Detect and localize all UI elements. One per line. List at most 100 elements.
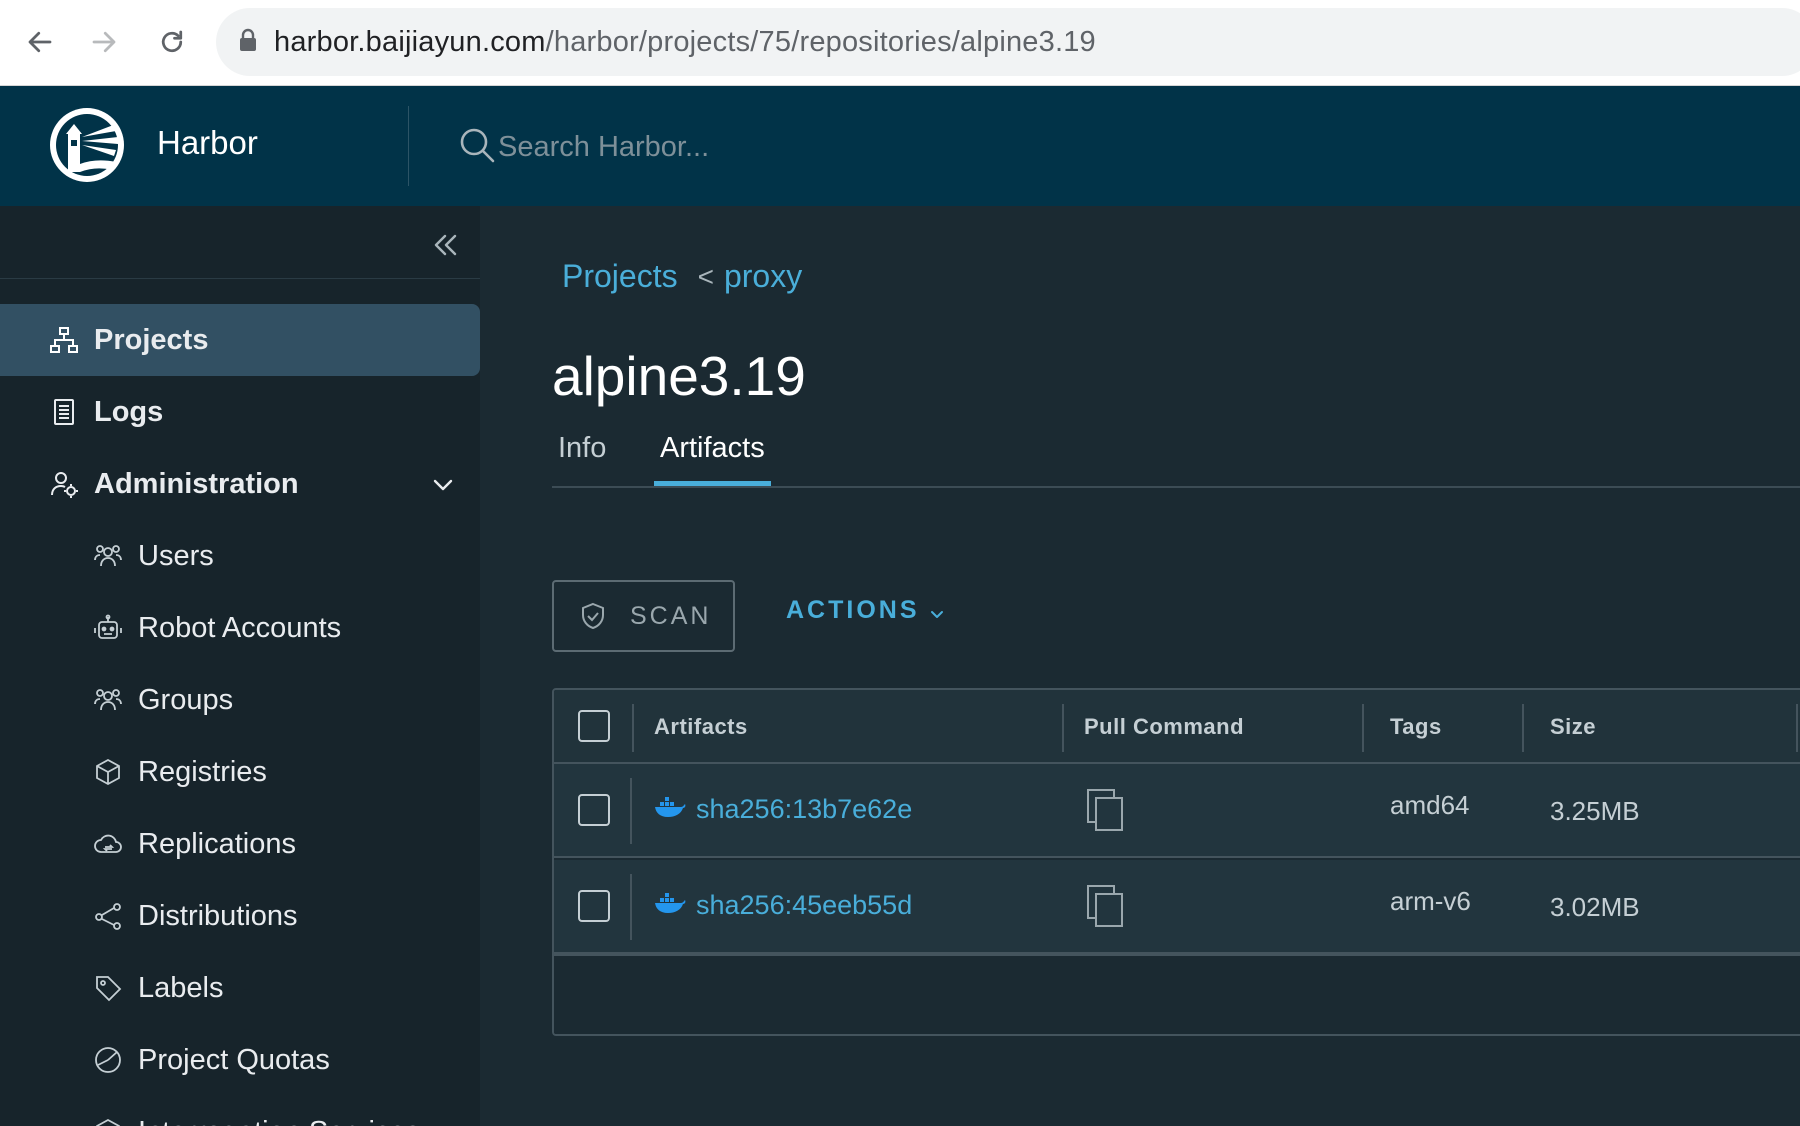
sidebar-item-label: Distributions: [138, 899, 298, 932]
sidebar-item-distributions[interactable]: Distributions: [0, 880, 480, 952]
actions-dropdown[interactable]: ACTIONS: [786, 596, 946, 625]
projects-icon: [48, 324, 80, 356]
table-row[interactable]: sha256:13b7e62e amd64 3.25MB: [554, 764, 1800, 858]
column-divider: [1362, 704, 1364, 752]
app-header: Harbor: [0, 86, 1800, 206]
artifact-tag: amd64: [1390, 790, 1470, 820]
sidebar-item-label: Project Quotas: [138, 1043, 330, 1076]
sidebar-item-labels[interactable]: Labels: [0, 952, 480, 1024]
lock-icon: [238, 28, 258, 57]
artifact-size: 3.02MB: [1550, 892, 1640, 922]
chevron-down-icon: [928, 602, 946, 620]
sidebar-item-administration[interactable]: Administration: [0, 448, 480, 520]
sidebar-item-users[interactable]: Users: [0, 520, 480, 592]
docker-icon: [654, 796, 686, 823]
groups-icon: [92, 684, 124, 716]
forward-arrow-icon[interactable]: [82, 20, 126, 64]
column-header-tags[interactable]: Tags: [1390, 714, 1442, 740]
breadcrumb: Projects < proxy: [562, 258, 802, 295]
copy-icon[interactable]: [1086, 884, 1124, 928]
sidebar-item-interrogation-services[interactable]: Interrogation Services: [0, 1096, 480, 1126]
sidebar: Projects Logs Administration Users Robot…: [0, 206, 480, 1126]
quotas-icon: [92, 1044, 124, 1076]
sidebar-item-robot-accounts[interactable]: Robot Accounts: [0, 592, 480, 664]
breadcrumb-separator: <: [697, 260, 714, 292]
brand-name[interactable]: Harbor: [157, 124, 258, 162]
reload-icon[interactable]: [150, 20, 194, 64]
table-footer: [554, 954, 1800, 1034]
labels-icon: [92, 972, 124, 1004]
url-text: harbor.baijiayun.com/harbor/projects/75/…: [274, 26, 1096, 59]
column-divider: [1062, 704, 1064, 752]
column-divider: [632, 704, 634, 752]
url-host: harbor.baijiayun.com: [274, 25, 546, 58]
global-search: [458, 126, 1098, 169]
sidebar-item-label: Projects: [94, 323, 209, 356]
sidebar-item-label: Administration: [94, 467, 299, 500]
breadcrumb-projects-link[interactable]: Projects: [562, 258, 678, 295]
search-input[interactable]: [498, 131, 1098, 164]
copy-icon[interactable]: [1086, 788, 1124, 832]
scan-button[interactable]: SCAN: [552, 580, 735, 652]
artifact-tag: arm-v6: [1390, 886, 1471, 916]
table-row[interactable]: sha256:45eeb55d arm-v6 3.02MB: [554, 860, 1800, 954]
logs-icon: [48, 396, 80, 428]
tab-artifacts[interactable]: Artifacts: [654, 432, 771, 486]
sidebar-item-label: Registries: [138, 755, 267, 788]
sidebar-item-project-quotas[interactable]: Project Quotas: [0, 1024, 480, 1096]
url-path: /harbor/projects/75/repositories/alpine3…: [545, 25, 1096, 58]
back-arrow-icon[interactable]: [18, 20, 62, 64]
browser-toolbar: harbor.baijiayun.com/harbor/projects/75/…: [0, 0, 1800, 86]
artifact-digest-link[interactable]: sha256:13b7e62e: [654, 794, 912, 825]
artifact-digest-link[interactable]: sha256:45eeb55d: [654, 890, 912, 921]
replications-icon: [92, 828, 124, 860]
header-divider: [408, 106, 409, 186]
interrogation-icon: [92, 1116, 124, 1126]
sidebar-item-groups[interactable]: Groups: [0, 664, 480, 736]
sidebar-item-label: Robot Accounts: [138, 611, 342, 644]
column-header-pull-command[interactable]: Pull Command: [1084, 714, 1244, 740]
artifact-digest: sha256:13b7e62e: [696, 794, 913, 824]
repository-tabs: Info Artifacts: [552, 428, 1800, 488]
main-content: Projects < proxy alpine3.19 Info Artifac…: [480, 206, 1800, 1126]
address-bar[interactable]: harbor.baijiayun.com/harbor/projects/75/…: [216, 8, 1800, 76]
column-header-size[interactable]: Size: [1550, 714, 1596, 740]
column-header-artifacts[interactable]: Artifacts: [654, 714, 748, 740]
row-divider: [630, 874, 632, 940]
table-header: Artifacts Pull Command Tags Size: [554, 690, 1800, 764]
sidebar-item-label: Labels: [138, 971, 224, 1004]
page-title: alpine3.19: [552, 345, 806, 407]
artifact-size: 3.25MB: [1550, 796, 1640, 826]
sidebar-item-registries[interactable]: Registries: [0, 736, 480, 808]
row-divider: [630, 778, 632, 844]
scan-button-label: SCAN: [630, 601, 712, 630]
sidebar-item-label: Logs: [94, 395, 164, 428]
sidebar-item-label: Interrogation Services: [138, 1116, 420, 1126]
sidebar-item-label: Users: [138, 539, 214, 572]
sidebar-divider: [0, 278, 480, 279]
sidebar-item-projects[interactable]: Projects: [0, 304, 480, 376]
row-checkbox[interactable]: [578, 890, 610, 922]
breadcrumb-project-link[interactable]: proxy: [724, 258, 802, 295]
chevron-down-icon[interactable]: [428, 470, 458, 500]
tab-info[interactable]: Info: [552, 432, 612, 486]
search-icon: [458, 126, 496, 169]
artifact-digest: sha256:45eeb55d: [696, 890, 913, 920]
column-divider: [1796, 704, 1798, 752]
row-checkbox[interactable]: [578, 794, 610, 826]
administration-icon: [48, 468, 80, 500]
select-all-checkbox[interactable]: [578, 710, 610, 742]
users-icon: [92, 540, 124, 572]
harbor-logo-icon[interactable]: [46, 104, 128, 186]
docker-icon: [654, 892, 686, 919]
actions-label: ACTIONS: [786, 596, 920, 624]
artifacts-table: Artifacts Pull Command Tags Size sha256:…: [552, 688, 1800, 1036]
sidebar-item-label: Groups: [138, 683, 234, 716]
shield-check-icon: [578, 601, 608, 631]
column-divider: [1522, 704, 1524, 752]
collapse-sidebar-icon[interactable]: [428, 228, 462, 262]
sidebar-item-logs[interactable]: Logs: [0, 376, 480, 448]
sidebar-item-label: Replications: [138, 827, 296, 860]
sidebar-item-replications[interactable]: Replications: [0, 808, 480, 880]
registries-icon: [92, 756, 124, 788]
